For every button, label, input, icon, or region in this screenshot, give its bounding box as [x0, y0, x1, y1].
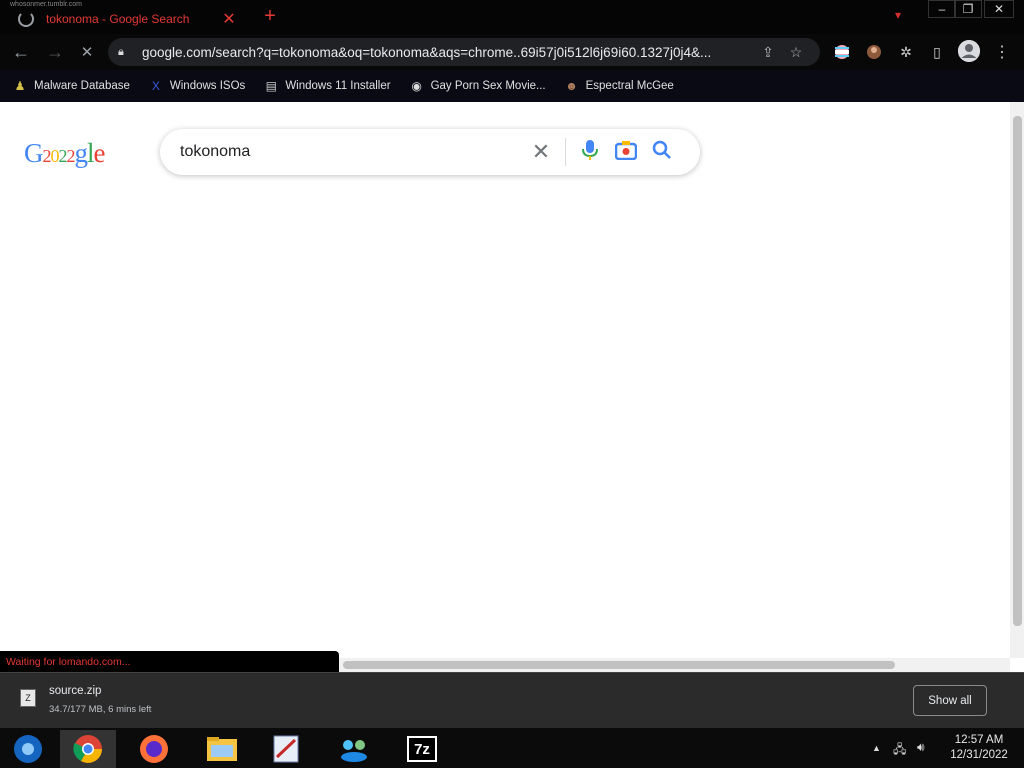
clock-date: 12/31/2022	[950, 749, 1008, 761]
url-text[interactable]: google.com/search?q=tokonoma&oq=tokonoma…	[142, 45, 754, 60]
browser-toolbar: ← → ✕ 🔒︎ google.com/search?q=tokonoma&oq…	[0, 34, 1024, 70]
clock-time: 12:57 AM	[954, 734, 1004, 746]
menu-kebab-icon[interactable]: ⋮	[991, 42, 1013, 62]
taskbar-chrome[interactable]	[60, 730, 116, 768]
download-filename[interactable]: source.zip	[49, 685, 101, 697]
bookmark-star-icon[interactable]: ☆	[782, 44, 810, 61]
tab-search-icon[interactable]: ▾	[895, 8, 901, 22]
bookmark-label: Malware Database	[34, 80, 130, 92]
bookmark-label: Gay Porn Sex Movie...	[430, 80, 546, 92]
tab-title: tokonoma - Google Search	[46, 12, 190, 26]
bookmark-item[interactable]: ☻ Espectral McGee	[564, 78, 674, 94]
status-bubble: Waiting for lomando.com...	[0, 651, 339, 672]
microphone-icon[interactable]	[572, 139, 608, 166]
firefox-icon	[140, 735, 168, 763]
x-logo-icon: X	[151, 79, 160, 93]
tab-strip: whosonmer.tumblr.com tokonoma - Google S…	[0, 0, 1024, 34]
forward-button[interactable]: →	[42, 40, 68, 64]
minimize-button[interactable]: –	[928, 0, 956, 18]
close-window-button[interactable]: ✕	[984, 0, 1014, 18]
vertical-scrollbar[interactable]	[1010, 102, 1024, 658]
bookmark-label: Windows 11 Installer	[285, 80, 391, 92]
extension-avatar-icon[interactable]	[863, 42, 885, 62]
bookmarks-bar: ♟ Malware Database X Windows ISOs ▤ Windows 1…	[0, 70, 1024, 102]
taskbar-firefox[interactable]	[126, 730, 182, 768]
bookmark-item[interactable]: ▤ Windows 11 Installer	[263, 78, 391, 94]
taskbar-7zip[interactable]: 7z	[394, 730, 450, 768]
horizontal-scroll-thumb[interactable]	[343, 661, 895, 669]
loading-spinner-icon	[18, 11, 34, 27]
flag-extension-icon[interactable]	[831, 42, 853, 62]
network-people-icon	[341, 740, 367, 762]
lock-icon[interactable]: 🔒︎	[118, 46, 132, 59]
file-explorer-icon	[207, 737, 237, 761]
file-icon: ▤	[265, 79, 277, 93]
taskbar-network-people[interactable]	[326, 730, 382, 768]
vertical-scroll-thumb[interactable]	[1013, 116, 1022, 626]
zip-file-icon[interactable]: Z	[20, 689, 36, 707]
stop-loading-button[interactable]: ✕	[74, 40, 100, 64]
download-shelf: Z source.zip 34.7/177 MB, 6 mins left Sh…	[0, 672, 1024, 728]
7zip-icon: 7z	[407, 736, 437, 762]
search-icon[interactable]	[644, 140, 680, 165]
bookmark-label: Windows ISOs	[169, 80, 246, 92]
download-status: 34.7/177 MB, 6 mins left	[49, 704, 152, 715]
tab-close-icon[interactable]: ✕	[220, 9, 238, 29]
address-bar[interactable]: 🔒︎ google.com/search?q=tokonoma&oq=tokon…	[108, 38, 820, 66]
volume-icon[interactable]: 🔊︎	[917, 740, 925, 755]
divider	[565, 138, 566, 166]
side-panel-icon[interactable]: ▯	[926, 42, 948, 62]
bookmark-item[interactable]: ◉ Gay Porn Sex Movie...	[409, 78, 546, 94]
camera-lens-icon[interactable]	[608, 140, 644, 165]
taskbar-chromium[interactable]	[0, 730, 56, 768]
bookmark-label: Espectral McGee	[585, 80, 674, 92]
tray-overflow-icon[interactable]: ▲	[872, 743, 881, 753]
system-clock[interactable]: 12:57 AM 12/31/2022	[938, 733, 1020, 763]
back-button[interactable]: ←	[8, 40, 34, 64]
taskbar-paint[interactable]	[258, 730, 314, 768]
profile-avatar-icon[interactable]	[958, 40, 980, 62]
paint-icon	[273, 735, 299, 763]
bookmark-item[interactable]: ♟ Malware Database	[12, 78, 130, 94]
maximize-button[interactable]: ❐	[954, 0, 982, 18]
search-box: ✕	[160, 129, 700, 175]
search-results-page: G2022gle ✕	[0, 102, 1024, 672]
network-icon[interactable]: 🖧︎	[893, 740, 906, 761]
user-icon: ♟	[14, 79, 26, 93]
clear-icon[interactable]: ✕	[523, 139, 559, 165]
show-all-button[interactable]: Show all	[913, 685, 987, 716]
taskbar: 7z ▲ 🖧︎ 🔊︎ 12:57 AM 12/31/2022	[0, 728, 1024, 768]
search-input[interactable]	[180, 143, 523, 161]
chromium-icon	[14, 735, 42, 763]
extensions-puzzle-icon[interactable]: ✲	[895, 42, 917, 62]
avatar-icon: ☻	[565, 79, 578, 93]
chrome-icon	[73, 735, 102, 763]
tab-active[interactable]: tokonoma - Google Search ✕	[8, 4, 248, 34]
taskbar-file-explorer[interactable]	[194, 730, 250, 768]
horizontal-scrollbar[interactable]	[339, 658, 1010, 672]
new-tab-button[interactable]: +	[258, 6, 282, 26]
globe-icon: ◉	[411, 79, 422, 93]
bookmark-item[interactable]: X Windows ISOs	[148, 78, 245, 94]
share-icon[interactable]: ⇪	[754, 44, 782, 61]
google-doodle-logo[interactable]: G2022gle	[24, 138, 105, 169]
